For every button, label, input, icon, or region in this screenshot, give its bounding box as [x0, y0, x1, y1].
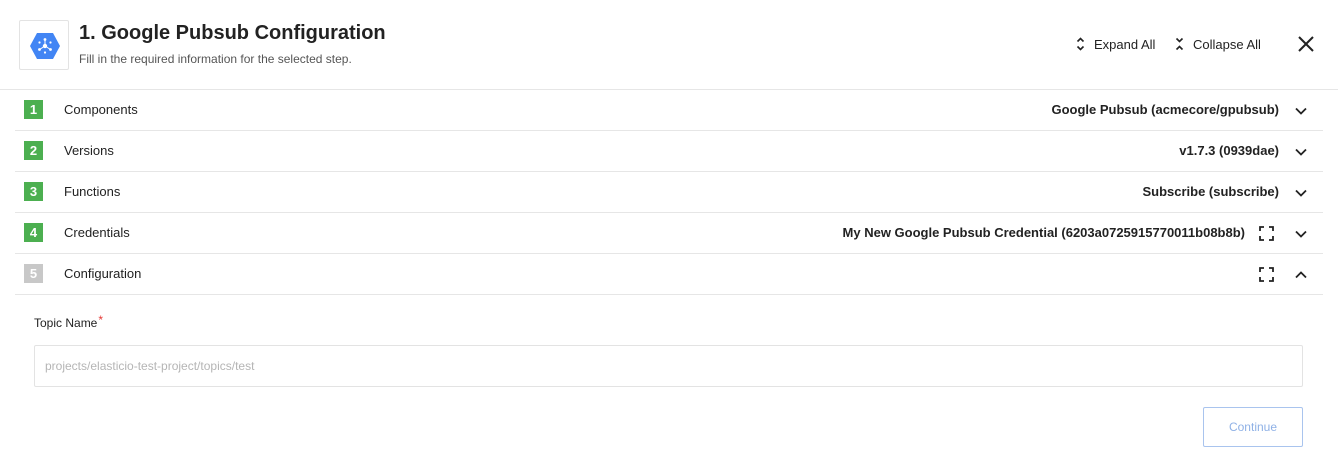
- step-versions[interactable]: 2 Versions v1.7.3 (0939dae): [15, 131, 1323, 172]
- step-label: Components: [64, 102, 138, 117]
- step-number-badge: 4: [24, 223, 43, 242]
- fullscreen-icon[interactable]: [1259, 226, 1274, 241]
- step-components[interactable]: 1 Components Google Pubsub (acmecore/gpu…: [15, 90, 1323, 131]
- collapse-all-button[interactable]: Collapse All: [1175, 35, 1261, 53]
- step-number-badge: 3: [24, 182, 43, 201]
- step-label: Functions: [64, 184, 121, 199]
- step-number-badge: 1: [24, 100, 43, 119]
- required-asterisk: *: [98, 313, 104, 327]
- step-label: Versions: [64, 143, 114, 158]
- chevron-down-icon[interactable]: [1294, 145, 1308, 159]
- step-credentials[interactable]: 4 Credentials My New Google Pubsub Crede…: [15, 213, 1323, 254]
- steps-list: 1 Components Google Pubsub (acmecore/gpu…: [15, 90, 1323, 295]
- collapse-icon: [1175, 37, 1184, 51]
- step-value: My New Google Pubsub Credential (6203a07…: [842, 225, 1245, 240]
- chevron-down-icon[interactable]: [1294, 227, 1308, 241]
- chevron-up-icon[interactable]: [1294, 268, 1308, 282]
- modal-header: 1. Google Pubsub Configuration Fill in t…: [0, 0, 1338, 90]
- step-label: Credentials: [64, 225, 130, 240]
- topic-name-label: Topic Name*: [34, 313, 104, 330]
- expand-all-label: Expand All: [1094, 36, 1156, 52]
- google-pubsub-icon: [30, 33, 60, 59]
- topic-name-label-text: Topic Name: [34, 316, 98, 330]
- step-number-badge: 5: [24, 264, 43, 283]
- continue-button[interactable]: Continue: [1203, 407, 1303, 447]
- step-value: Google Pubsub (acmecore/gpubsub): [1051, 102, 1279, 117]
- chevron-down-icon[interactable]: [1294, 186, 1308, 200]
- step-configuration[interactable]: 5 Configuration: [15, 254, 1323, 295]
- topic-name-input[interactable]: [34, 345, 1303, 387]
- fullscreen-icon[interactable]: [1259, 267, 1274, 282]
- configuration-form: Topic Name*: [34, 313, 104, 330]
- step-value: Subscribe (subscribe): [1142, 184, 1279, 199]
- close-icon: [1298, 36, 1314, 52]
- collapse-all-label: Collapse All: [1193, 36, 1261, 52]
- step-value: v1.7.3 (0939dae): [1179, 143, 1279, 158]
- page-subtitle: Fill in the required information for the…: [79, 52, 352, 66]
- expand-icon: [1076, 37, 1085, 51]
- chevron-down-icon[interactable]: [1294, 104, 1308, 118]
- page-title: 1. Google Pubsub Configuration: [79, 22, 386, 44]
- step-label: Configuration: [64, 266, 142, 281]
- expand-all-button[interactable]: Expand All: [1076, 35, 1155, 53]
- step-functions[interactable]: 3 Functions Subscribe (subscribe): [15, 172, 1323, 213]
- component-logo: [19, 20, 69, 70]
- close-button[interactable]: [1296, 34, 1316, 54]
- step-number-badge: 2: [24, 141, 43, 160]
